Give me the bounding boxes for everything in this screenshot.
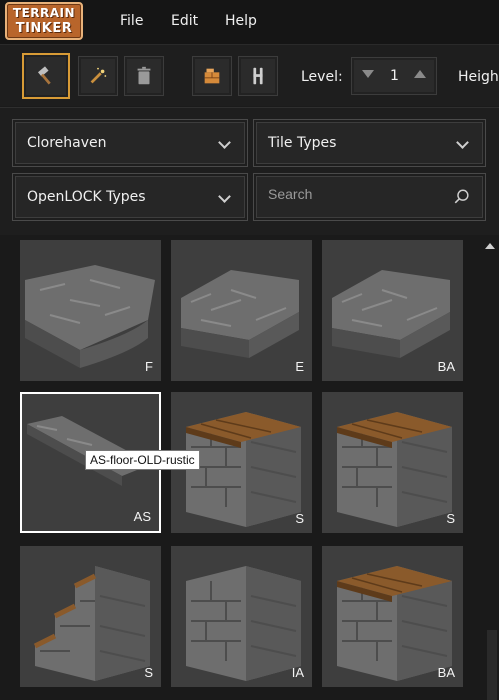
tile-card[interactable]: BA bbox=[322, 546, 463, 687]
level-stepper[interactable]: 1 bbox=[351, 57, 437, 95]
level-increase-icon[interactable] bbox=[414, 70, 426, 78]
menu-file[interactable]: File bbox=[120, 13, 143, 29]
tile-code-label: E bbox=[295, 359, 304, 374]
tile-preview-image bbox=[181, 270, 299, 358]
collection-dropdown[interactable]: Clorehaven bbox=[12, 119, 248, 167]
search-field[interactable] bbox=[253, 173, 486, 221]
scroll-up-icon[interactable] bbox=[485, 243, 495, 249]
menu-help[interactable]: Help bbox=[225, 13, 257, 29]
tile-card[interactable]: E bbox=[171, 240, 312, 381]
search-input[interactable] bbox=[268, 186, 448, 202]
scrollbar-thumb[interactable] bbox=[487, 630, 497, 700]
brick-block-button[interactable] bbox=[192, 56, 232, 96]
tile-grid: F E BA AS S S S IA BA AS-floor-OLD-rusti… bbox=[0, 235, 499, 700]
tile-preview-image bbox=[337, 412, 452, 527]
toolbar: Level: 1 Height: bbox=[0, 44, 499, 106]
level-label: Level: bbox=[301, 69, 343, 85]
chevron-down-icon bbox=[218, 190, 231, 203]
tile-code-label: BA bbox=[437, 665, 455, 680]
tile-preview-image bbox=[25, 265, 155, 368]
tile-card[interactable]: S bbox=[322, 392, 463, 533]
tile-tooltip: AS-floor-OLD-rustic bbox=[85, 450, 200, 470]
tile-types-value: Tile Types bbox=[268, 135, 337, 151]
tile-card[interactable]: F bbox=[20, 240, 161, 381]
tile-code-label: F bbox=[145, 359, 153, 374]
tile-card[interactable]: S bbox=[20, 546, 161, 687]
tile-code-label: S bbox=[295, 511, 304, 526]
delete-button[interactable] bbox=[124, 56, 164, 96]
height-label: Height: bbox=[458, 69, 499, 85]
openlock-types-value: OpenLOCK Types bbox=[27, 189, 146, 205]
logo-line1: TERRAIN bbox=[12, 6, 76, 20]
tile-code-label: S bbox=[144, 665, 153, 680]
brick-block-icon bbox=[204, 68, 220, 84]
collection-value: Clorehaven bbox=[27, 135, 107, 151]
menu-bar: TERRAIN TINKER File Edit Help bbox=[0, 0, 499, 44]
chevron-down-icon bbox=[456, 136, 469, 149]
hammer-icon bbox=[37, 66, 51, 85]
app-logo: TERRAIN TINKER bbox=[5, 2, 83, 40]
logo-line2: TINKER bbox=[15, 21, 73, 36]
tile-code-label: S bbox=[446, 511, 455, 526]
tile-types-dropdown[interactable]: Tile Types bbox=[253, 119, 486, 167]
tile-code-label: IA bbox=[291, 665, 304, 680]
menu-edit[interactable]: Edit bbox=[171, 13, 198, 29]
level-decrease-icon[interactable] bbox=[362, 70, 374, 78]
tile-card[interactable]: IA bbox=[171, 546, 312, 687]
openlock-types-dropdown[interactable]: OpenLOCK Types bbox=[12, 173, 248, 221]
search-icon[interactable] bbox=[453, 188, 471, 206]
tile-code-label: BA bbox=[437, 359, 455, 374]
magic-wand-icon bbox=[90, 67, 107, 84]
filter-panel: Clorehaven Tile Types OpenLOCK Types bbox=[0, 107, 499, 235]
level-value: 1 bbox=[390, 68, 399, 84]
tile-code-label: AS bbox=[133, 509, 151, 524]
clip-icon bbox=[253, 67, 263, 85]
tile-card[interactable]: BA bbox=[322, 240, 463, 381]
hammer-tool-button[interactable] bbox=[22, 53, 70, 99]
trash-icon bbox=[137, 66, 151, 85]
chevron-down-icon bbox=[218, 136, 231, 149]
magic-wand-button[interactable] bbox=[78, 56, 118, 96]
tile-preview-image bbox=[33, 566, 150, 681]
clip-tool-button[interactable] bbox=[238, 56, 278, 96]
